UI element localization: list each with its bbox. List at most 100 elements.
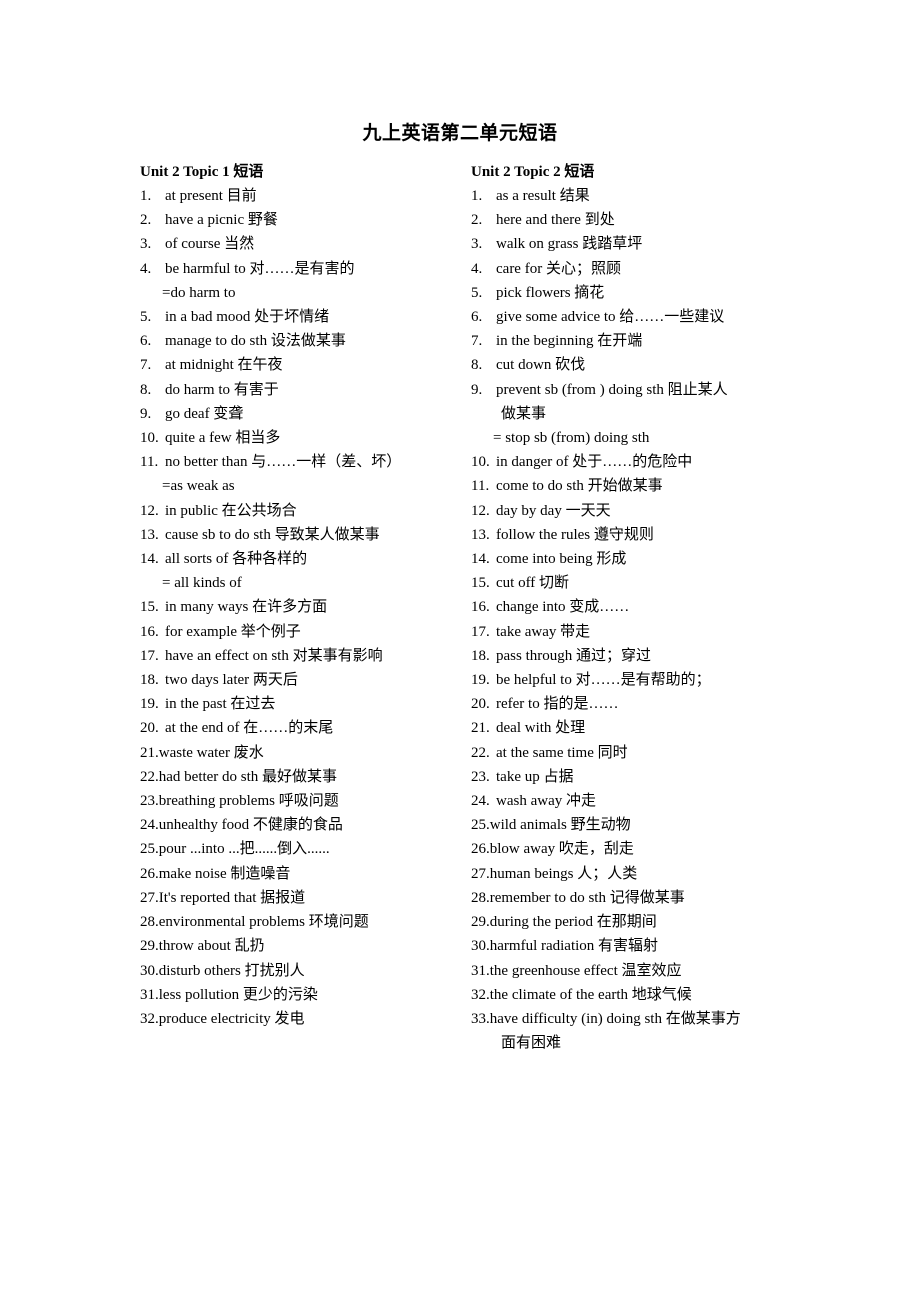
phrase-text: harmful radiation 有害辐射: [489, 938, 659, 955]
phrase-continuation-line: 面有困难: [501, 1035, 562, 1052]
phrase-item: 1. at present 目前: [140, 184, 470, 208]
phrase-number: 27.: [471, 865, 490, 882]
phrase-text: in the past 在过去: [165, 696, 276, 713]
phrase-number: 20.: [140, 720, 159, 737]
phrase-number: 31.: [140, 986, 159, 1003]
phrase-number: 3.: [140, 236, 152, 253]
phrase-number: 15.: [471, 575, 490, 592]
phrase-item: 27.It's reported that 据报道: [140, 886, 470, 910]
phrase-text: in the beginning 在开端: [496, 333, 643, 350]
phrase-continuation-line: = all kinds of: [162, 575, 242, 592]
phrase-item: 12. day by day 一天天: [471, 499, 811, 523]
phrase-item: 6. give some advice to 给……一些建议: [471, 305, 811, 329]
phrase-text: be harmful to 对……是有害的: [165, 260, 355, 277]
phrase-text: quite a few 相当多: [165, 430, 281, 447]
phrase-item: 28.remember to do sth 记得做某事: [471, 886, 811, 910]
phrase-item: 30.disturb others 打扰别人: [140, 959, 470, 983]
phrase-item: 13. cause sb to do sth 导致某人做某事: [140, 523, 470, 547]
phrase-continuation-line: =as weak as: [162, 478, 235, 495]
phrase-number: 8.: [140, 381, 152, 398]
phrase-text: wild animals 野生动物: [489, 817, 631, 834]
phrase-text: have difficulty (in) doing sth 在做某事方: [489, 1010, 741, 1027]
phrase-item: 4. care for 关心；照顾: [471, 257, 811, 281]
phrase-number: 14.: [471, 551, 490, 568]
phrase-item: 17. take away 带走: [471, 620, 811, 644]
phrase-text: change into 变成……: [496, 599, 630, 616]
phrase-item: 28.environmental problems 环境问题: [140, 910, 470, 934]
phrase-item: 19. be helpful to 对……是有帮助的；: [471, 668, 811, 692]
phrase-text: less pollution 更少的污染: [158, 986, 318, 1003]
phrase-number: 13.: [140, 526, 159, 543]
phrase-text: have a picnic 野餐: [165, 212, 278, 229]
phrase-text: in danger of 处于……的危险中: [496, 454, 693, 471]
phrase-item: 26.blow away 吹走，刮走: [471, 837, 811, 861]
phrase-number: 3.: [471, 236, 483, 253]
phrase-text: pour ...into ...把......倒入......: [158, 841, 330, 858]
phrase-item: 33.have difficulty (in) doing sth 在做某事方: [471, 1007, 811, 1031]
phrase-number: 30.: [471, 938, 490, 955]
phrase-continuation-line: = stop sb (from) doing sth: [493, 430, 650, 447]
phrase-item: 31.the greenhouse effect 温室效应: [471, 959, 811, 983]
phrase-text: refer to 指的是……: [496, 696, 619, 713]
phrase-number: 30.: [140, 962, 159, 979]
phrase-text: prevent sb (from ) doing sth 阻止某人: [496, 381, 728, 398]
phrase-text: manage to do sth 设法做某事: [165, 333, 346, 350]
phrase-text: of course 当然: [165, 236, 255, 253]
phrase-number: 26.: [140, 865, 159, 882]
phrase-item: 15. in many ways 在许多方面: [140, 595, 470, 619]
phrase-number: 9.: [471, 381, 483, 398]
phrase-number: 23.: [140, 793, 159, 810]
phrase-text: come into being 形成: [496, 551, 627, 568]
phrase-text: in a bad mood 处于坏情绪: [165, 309, 330, 326]
phrase-item: 18. pass through 通过；穿过: [471, 644, 811, 668]
phrase-number: 20.: [471, 696, 490, 713]
phrase-item: 32.produce electricity 发电: [140, 1007, 470, 1031]
phrase-item: 12. in public 在公共场合: [140, 499, 470, 523]
phrase-text: at the same time 同时: [496, 744, 628, 761]
phrase-text: be helpful to 对……是有帮助的；: [496, 672, 711, 689]
phrase-number: 10.: [471, 454, 490, 471]
phrase-item: 13. follow the rules 遵守规则: [471, 523, 811, 547]
phrase-list-topic-1: 1. at present 目前 2. have a picnic 野餐 3. of co…: [140, 184, 470, 1031]
phrase-number: 14.: [140, 551, 159, 568]
phrase-item: 18. two days later 两天后: [140, 668, 470, 692]
column-heading-topic-1: Unit 2 Topic 1 短语: [140, 164, 264, 180]
phrase-item: 5. in a bad mood 处于坏情绪: [140, 305, 470, 329]
phrase-text: breathing problems 呼吸问题: [158, 793, 339, 810]
phrase-text: cut off 切断: [496, 575, 570, 592]
phrase-text: make noise 制造噪音: [158, 865, 291, 882]
phrase-number: 29.: [471, 914, 490, 931]
phrase-text: at the end of 在……的末尾: [165, 720, 334, 737]
phrase-item: 20. at the end of 在……的末尾: [140, 716, 470, 740]
phrase-text: cut down 砍伐: [496, 357, 586, 374]
phrase-item: 21.waste water 废水: [140, 741, 470, 765]
phrase-item: 19. in the past 在过去: [140, 692, 470, 716]
phrase-text: here and there 到处: [496, 212, 615, 229]
phrase-text: as a result 结果: [496, 188, 590, 204]
phrase-item: 11. come to do sth 开始做某事: [471, 474, 811, 498]
phrase-number: 12.: [140, 502, 159, 519]
phrase-text: waste water 废水: [158, 744, 264, 761]
phrase-number: 11.: [140, 454, 159, 471]
phrase-number: 12.: [471, 502, 490, 519]
phrase-number: 26.: [471, 841, 490, 858]
phrase-text: follow the rules 遵守规则: [496, 526, 654, 543]
phrase-number: 24.: [140, 817, 159, 834]
phrase-item: 23.breathing problems 呼吸问题: [140, 789, 470, 813]
phrase-continuation-line: 做某事: [501, 405, 547, 422]
phrase-item: 2. have a picnic 野餐: [140, 208, 470, 232]
phrase-number: 17.: [140, 647, 159, 664]
phrase-text: had better do sth 最好做某事: [158, 768, 338, 785]
phrase-text: two days later 两天后: [165, 672, 298, 689]
phrase-text: human beings 人；人类: [489, 865, 638, 882]
phrase-item: 8. cut down 砍伐: [471, 353, 811, 377]
phrase-number: 1.: [140, 188, 152, 204]
phrase-number: 29.: [140, 938, 159, 955]
phrase-text: in many ways 在许多方面: [165, 599, 328, 616]
phrase-number: 6.: [471, 309, 483, 326]
phrase-text: day by day 一天天: [496, 502, 611, 519]
phrase-item: 15. cut off 切断: [471, 571, 811, 595]
phrase-number: 22.: [471, 744, 490, 761]
phrase-text: blow away 吹走，刮走: [489, 841, 634, 858]
phrase-item: 4. be harmful to 对……是有害的: [140, 257, 470, 281]
